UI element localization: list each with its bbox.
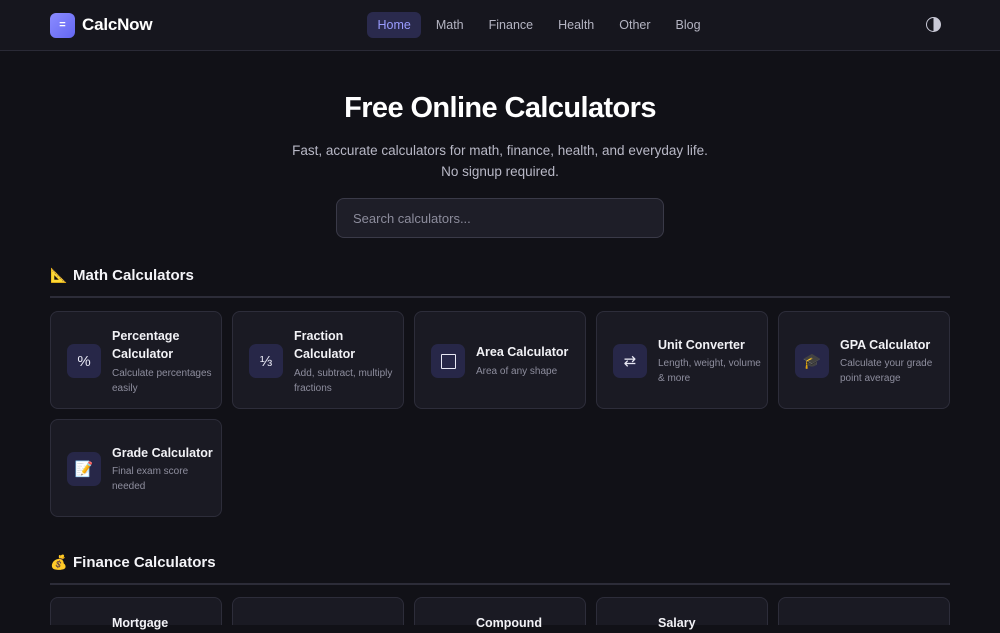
card-mortgage-calculator[interactable]: Mortgage — [50, 597, 222, 630]
card-area-calculator[interactable]: Area Calculator Area of any shape — [414, 311, 586, 409]
memo-icon: 📝 — [67, 452, 101, 486]
logo-text: CalcNow — [82, 15, 153, 34]
nav-finance[interactable]: Finance — [478, 12, 543, 38]
card-compound-calculator[interactable]: Compound — [414, 597, 586, 630]
card-title: Grade Calculator — [112, 445, 213, 460]
card-salary-calculator[interactable]: Salary — [596, 597, 768, 630]
swap-arrows-icon: ⇄ — [613, 344, 647, 378]
hero-subtitle: Fast, accurate calculators for math, fin… — [292, 143, 708, 179]
card-title: Salary — [658, 616, 696, 630]
card-unit-converter[interactable]: ⇄ Unit Converter Length, weight, volume … — [596, 311, 768, 409]
nav-math[interactable]: Math — [425, 12, 474, 38]
card-grade-calculator[interactable]: 📝 Grade Calculator Final exam score need… — [50, 419, 222, 517]
card-title: GPA Calculator — [840, 337, 931, 352]
card-finance-2[interactable] — [232, 597, 404, 625]
card-percentage-calculator[interactable]: % Percentage Calculator Calculate percen… — [50, 311, 222, 409]
money-bag-icon: 💰 — [50, 553, 68, 570]
theme-toggle-icon[interactable] — [926, 17, 941, 32]
page-title: Free Online Calculators — [344, 92, 656, 124]
nav-other[interactable]: Other — [609, 12, 661, 38]
finance-section-heading: 💰 Finance Calculators — [50, 552, 216, 572]
card-description: Length, weight, volume & more — [658, 358, 761, 385]
nav-health[interactable]: Health — [548, 12, 605, 38]
math-section-title: Math Calculators — [73, 266, 194, 284]
card-description: Final exam score needed — [112, 466, 189, 493]
nav-home[interactable]: Home — [367, 12, 422, 38]
square-icon — [431, 344, 465, 378]
card-title: Unit Converter — [658, 337, 745, 352]
card-description: Calculate percentages easily — [112, 367, 212, 394]
card-title: Compound — [476, 616, 542, 630]
card-description: Add, subtract, multiply fractions — [294, 367, 393, 394]
calculator-logo-icon: = — [50, 12, 75, 38]
nav-blog[interactable]: Blog — [665, 12, 711, 38]
finance-section-title: Finance Calculators — [73, 553, 216, 571]
card-text: Unit Converter Length, weight, volume & … — [658, 312, 762, 410]
card-title: Area Calculator — [476, 345, 569, 360]
percent-icon: % — [67, 344, 101, 378]
card-text: Grade Calculator Final exam score needed — [112, 420, 216, 518]
section-divider — [50, 583, 950, 585]
card-text: Fraction Calculator Add, subtract, multi… — [294, 312, 398, 410]
section-divider — [50, 296, 950, 298]
card-description: Area of any shape — [476, 365, 558, 377]
card-description: Calculate your grade point average — [840, 358, 933, 385]
logo-link[interactable]: = CalcNow — [50, 12, 153, 38]
card-title: Percentage Calculator — [112, 328, 180, 362]
triangle-ruler-icon: 📐 — [50, 266, 68, 283]
card-text: GPA Calculator Calculate your grade poin… — [840, 312, 944, 410]
card-gpa-calculator[interactable]: 🎓 GPA Calculator Calculate your grade po… — [778, 311, 950, 409]
card-text: Area Calculator Area of any shape — [476, 312, 580, 410]
card-text: Percentage Calculator Calculate percenta… — [112, 312, 216, 410]
main-nav: Home Math Finance Health Other Blog — [367, 12, 711, 38]
fraction-icon: ⅓ — [249, 344, 283, 378]
graduation-cap-icon: 🎓 — [795, 344, 829, 378]
card-fraction-calculator[interactable]: ⅓ Fraction Calculator Add, subtract, mul… — [232, 311, 404, 409]
search-input[interactable] — [336, 198, 664, 238]
card-title: Fraction Calculator — [294, 328, 356, 362]
card-title: Mortgage — [112, 616, 169, 630]
card-finance-5[interactable] — [778, 597, 950, 625]
math-section-heading: 📐 Math Calculators — [50, 265, 194, 285]
site-header: = CalcNow Home Math Finance Health Other… — [0, 0, 1000, 51]
